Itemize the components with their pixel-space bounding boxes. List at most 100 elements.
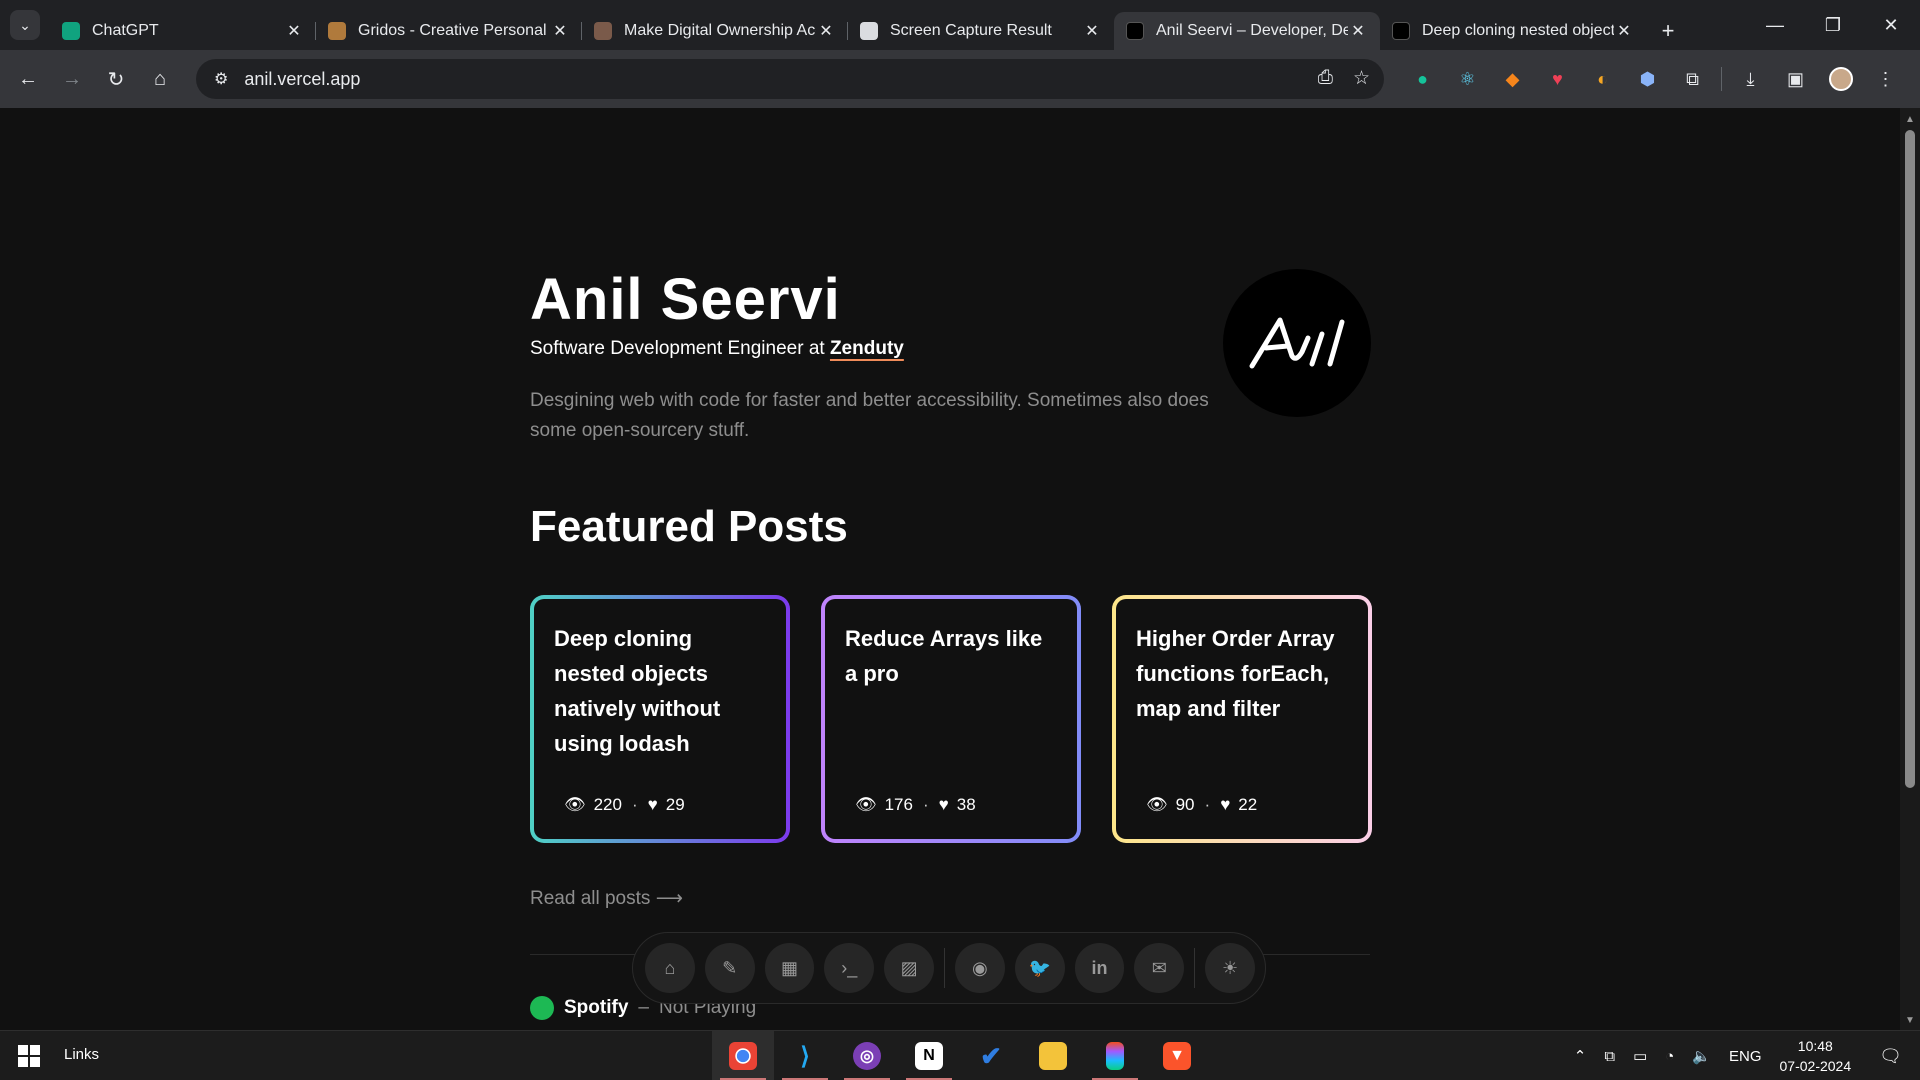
home-icon[interactable]: ⌂ xyxy=(645,943,695,993)
todo-taskbar-button[interactable]: ✔ xyxy=(960,1031,1022,1080)
read-all-posts-link[interactable]: Read all posts ⟶ xyxy=(530,887,683,910)
metamask-icon[interactable]: ◆ xyxy=(1490,69,1535,90)
forward-button[interactable]: → xyxy=(50,59,94,99)
signature-logo xyxy=(1223,269,1371,417)
home-button[interactable]: ⌂ xyxy=(138,59,182,99)
url-text[interactable]: anil.vercel.app xyxy=(244,69,360,90)
twitter-icon[interactable]: 🐦 xyxy=(1014,943,1065,993)
post-card[interactable]: Reduce Arrays like a pro 👁 176 · ♥ 38 xyxy=(821,595,1081,843)
spotify-icon xyxy=(530,996,554,1020)
battery-icon[interactable]: ▭ xyxy=(1633,1047,1647,1065)
extension-lock-icon[interactable]: ⬢ xyxy=(1625,69,1670,90)
page-scrollbar[interactable]: ▲ ▼ xyxy=(1900,108,1920,1030)
github-desktop-icon: ◎ xyxy=(853,1042,881,1070)
eye-icon: 👁 xyxy=(855,795,877,814)
kebab-menu-icon[interactable]: ⋮ xyxy=(1863,69,1908,90)
gridos-favicon-icon xyxy=(328,22,346,40)
featured-posts-list: Deep cloning nested objects natively wit… xyxy=(530,595,1372,843)
chevron-down-icon: ⌄ xyxy=(19,16,31,33)
system-tray: ⌃ ⧉ ▭ ◔ 🔈 ENG 10:48 07-02-2024 🗨 xyxy=(1574,1031,1920,1080)
back-button[interactable]: ← xyxy=(6,59,50,99)
post-card[interactable]: Deep cloning nested objects natively wit… xyxy=(530,595,790,843)
bookmark-star-icon[interactable]: ☆ xyxy=(1353,67,1370,90)
close-icon[interactable]: ✕ xyxy=(550,21,570,41)
restore-button[interactable]: ❐ xyxy=(1804,0,1862,50)
reload-button[interactable]: ↻ xyxy=(94,59,138,99)
file-explorer-taskbar-button[interactable] xyxy=(1022,1031,1084,1080)
box-icon[interactable]: ▦ xyxy=(764,943,815,993)
github-desktop-taskbar-button[interactable]: ◎ xyxy=(836,1031,898,1080)
brave-taskbar-button[interactable]: ▼ xyxy=(1146,1031,1208,1080)
read-all-label: Read all posts xyxy=(530,888,651,909)
site-info-icon[interactable]: ⚙ xyxy=(214,69,228,89)
clock[interactable]: 10:48 07-02-2024 xyxy=(1780,1036,1852,1076)
links-toolbar[interactable]: Links xyxy=(64,1046,99,1063)
input-language[interactable]: ENG xyxy=(1729,1048,1762,1065)
featured-posts-heading: Featured Posts xyxy=(530,502,848,551)
extension-moon-icon[interactable]: ◐ xyxy=(1580,69,1625,90)
heart-icon: ♥ xyxy=(938,795,949,814)
anil-favicon-icon xyxy=(1126,22,1144,40)
sun-icon[interactable]: ☀ xyxy=(1205,943,1255,993)
download-icon[interactable]: ⤓ xyxy=(1728,69,1773,90)
grammarly-icon[interactable]: ● xyxy=(1400,69,1445,90)
tab-title: ChatGPT xyxy=(92,22,159,39)
image-icon[interactable]: ▨ xyxy=(884,943,934,993)
meet-now-icon[interactable]: ⧉ xyxy=(1604,1048,1615,1065)
like-count: 38 xyxy=(956,795,976,814)
pocket-icon[interactable]: ♥ xyxy=(1535,69,1580,90)
vscode-taskbar-button[interactable]: ⟩ xyxy=(774,1031,836,1080)
tab-deep-cloning[interactable]: Deep cloning nested objects ✕ xyxy=(1380,12,1646,50)
tab-list: ChatGPT ✕ Gridos - Creative Personal Por… xyxy=(50,6,1682,50)
close-icon[interactable]: ✕ xyxy=(1614,21,1634,41)
scrollbar-thumb[interactable] xyxy=(1905,130,1915,788)
side-panel-icon[interactable]: ▣ xyxy=(1773,69,1818,90)
close-icon[interactable]: ✕ xyxy=(284,21,304,41)
notion-taskbar-button[interactable]: N xyxy=(898,1031,960,1080)
wifi-icon[interactable]: ◔ xyxy=(1665,1048,1674,1065)
checkmark-icon: ✔ xyxy=(980,1040,1002,1071)
tab-screen-capture[interactable]: Screen Capture Result ✕ xyxy=(848,12,1114,50)
role-text: Software Development Engineer at xyxy=(530,338,825,359)
tab-strip: ⌄ ChatGPT ✕ Gridos - Creative Personal P… xyxy=(0,0,1920,50)
terminal-icon[interactable]: ›_ xyxy=(824,943,875,993)
tab-search-button[interactable]: ⌄ xyxy=(10,10,40,40)
mail-icon[interactable]: ✉ xyxy=(1134,943,1185,993)
new-tab-button[interactable]: + xyxy=(1654,18,1682,50)
post-stats: 👁 176 · ♥ 38 xyxy=(855,795,976,814)
tab-title: Gridos - Creative Personal Portfolio xyxy=(358,22,550,39)
react-devtools-icon[interactable]: ⚛ xyxy=(1445,69,1490,90)
tab-gridos[interactable]: Gridos - Creative Personal Portfolio ✕ xyxy=(316,12,582,50)
address-bar[interactable]: ⚙ anil.vercel.app ⎙ ☆ xyxy=(196,59,1384,99)
figma-taskbar-button[interactable] xyxy=(1084,1031,1146,1080)
windows-start-button[interactable] xyxy=(18,1045,40,1067)
camera-favicon-icon xyxy=(860,22,878,40)
pen-icon[interactable]: ✎ xyxy=(704,943,755,993)
install-app-icon[interactable]: ⎙ xyxy=(1318,67,1333,90)
puzzle-icon[interactable]: ⧉ xyxy=(1670,69,1715,90)
post-title: Reduce Arrays like a pro xyxy=(845,626,1043,686)
linkedin-icon[interactable]: in xyxy=(1074,943,1125,993)
post-title: Deep cloning nested objects natively wit… xyxy=(554,626,721,756)
heart-icon: ♥ xyxy=(1220,795,1231,814)
view-count: 176 xyxy=(884,795,913,814)
minimize-button[interactable]: — xyxy=(1746,0,1804,50)
arrow-right-icon: ⟶ xyxy=(655,888,683,909)
close-icon[interactable]: ✕ xyxy=(1348,21,1368,41)
chevron-up-icon[interactable]: ⌃ xyxy=(1574,1047,1587,1065)
close-icon[interactable]: ✕ xyxy=(1082,21,1102,41)
chrome-taskbar-button[interactable] xyxy=(712,1031,774,1080)
profile-avatar[interactable] xyxy=(1818,67,1863,91)
tab-digital-ownership[interactable]: Make Digital Ownership Accessible ✕ xyxy=(582,12,848,50)
post-card[interactable]: Higher Order Array functions forEach, ma… xyxy=(1112,595,1372,843)
taskbar-apps: ⟩ ◎ N ✔ ▼ xyxy=(712,1031,1208,1080)
notification-center-icon[interactable]: 🗨 xyxy=(1879,1046,1902,1067)
close-window-button[interactable]: ✕ xyxy=(1862,0,1920,50)
like-count: 22 xyxy=(1238,795,1258,814)
github-icon[interactable]: ◉ xyxy=(954,943,1005,993)
tab-chatgpt[interactable]: ChatGPT ✕ xyxy=(50,12,316,50)
tab-anil-seervi[interactable]: Anil Seervi – Developer, Designer ✕ xyxy=(1114,12,1380,50)
volume-icon[interactable]: 🔈 xyxy=(1692,1047,1711,1065)
company-link[interactable]: Zenduty xyxy=(830,338,904,359)
close-icon[interactable]: ✕ xyxy=(816,21,836,41)
